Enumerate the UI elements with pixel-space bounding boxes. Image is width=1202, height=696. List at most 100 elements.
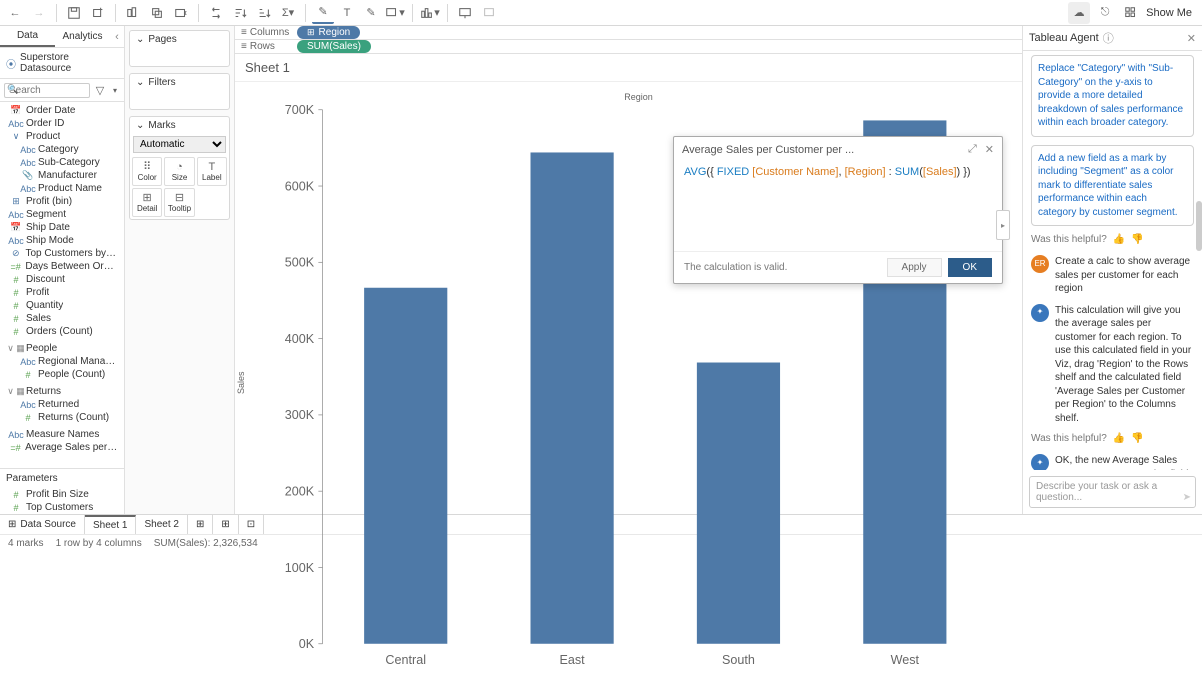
columns-pill-region[interactable]: ⊞Region	[297, 26, 360, 39]
send-icon[interactable]: ➤	[1183, 492, 1191, 503]
mark-type-select[interactable]: Automatic	[133, 136, 226, 153]
date-icon: 📅	[10, 106, 22, 116]
sheet2-tab[interactable]: Sheet 2	[136, 515, 187, 534]
mark-color[interactable]: ⠿Color	[132, 157, 162, 186]
thumbs-down-icon[interactable]: 👎	[1131, 234, 1143, 245]
field-measure-names[interactable]: Measure Names	[26, 429, 99, 440]
field-order-date[interactable]: Order Date	[26, 105, 75, 116]
field-category[interactable]: Category	[38, 144, 79, 155]
thumbs-up-icon[interactable]: 👍	[1113, 433, 1125, 444]
field-subcategory[interactable]: Sub-Category	[38, 157, 100, 168]
sort-asc-icon[interactable]	[229, 2, 251, 24]
field-ship-mode[interactable]: Ship Mode	[26, 235, 74, 246]
fit-icon[interactable]: ▾	[384, 2, 406, 24]
forward-icon[interactable]: →	[28, 2, 50, 24]
apply-button[interactable]: Apply	[887, 258, 942, 277]
highlight-icon[interactable]: ✎	[312, 2, 334, 24]
share-icon[interactable]	[478, 2, 500, 24]
dialog-expand-handle[interactable]: ▸	[996, 210, 1010, 240]
suggestion-1[interactable]: Replace "Category" with "Sub-Category" o…	[1038, 63, 1183, 128]
sheet-title[interactable]: Sheet 1	[235, 54, 1022, 82]
collapse-icon[interactable]: ‹	[110, 26, 124, 47]
thumbs-down-icon[interactable]: 👎	[1131, 433, 1143, 444]
show-me[interactable]: ☁ ⎋ Show Me	[1062, 2, 1198, 24]
agent-input[interactable]: Describe your task or ask a question... …	[1029, 476, 1196, 508]
field-profit[interactable]: Profit	[26, 287, 49, 298]
guide-icon[interactable]: ⎋	[1094, 2, 1116, 24]
field-people[interactable]: People	[26, 343, 57, 354]
field-returned[interactable]: Returned	[38, 399, 79, 410]
num-icon: #	[10, 314, 22, 324]
field-quantity[interactable]: Quantity	[26, 300, 63, 311]
plus-icon: ⊞	[307, 27, 315, 38]
new-sheet-icon[interactable]: ⊞	[188, 515, 213, 534]
formula-editor[interactable]: AVG({ FIXED [Customer Name], [Region] : …	[674, 162, 1002, 252]
mark-tooltip[interactable]: ⊟Tooltip	[164, 188, 194, 217]
svg-text:West: West	[891, 652, 920, 667]
field-discount[interactable]: Discount	[26, 274, 65, 285]
sort-desc-icon[interactable]	[253, 2, 275, 24]
mark-detail[interactable]: ⊞Detail	[132, 188, 162, 217]
field-regional-mgr[interactable]: Regional Manager	[38, 356, 118, 367]
mark-label[interactable]: TLabel	[197, 157, 227, 186]
field-order-id[interactable]: Order ID	[26, 118, 64, 129]
field-orders-count[interactable]: Orders (Count)	[26, 326, 93, 337]
data-source-tab[interactable]: ⊞Data Source	[0, 515, 85, 534]
close-agent-icon[interactable]: ✕	[1187, 32, 1196, 45]
sheet1-tab[interactable]: Sheet 1	[85, 515, 136, 534]
field-top-customers[interactable]: Top Customers by P...	[25, 248, 118, 259]
info-icon[interactable]: ⓘ	[1103, 30, 1114, 46]
save-icon[interactable]	[63, 2, 85, 24]
pages-card[interactable]: ⌄Pages	[130, 31, 229, 48]
parameters-header: Parameters	[0, 468, 124, 488]
duplicate-icon[interactable]	[146, 2, 168, 24]
scrollbar[interactable]	[1196, 51, 1202, 470]
tab-data[interactable]: Data	[0, 26, 55, 47]
labels-icon[interactable]: T	[336, 2, 358, 24]
field-avg-sales-cust[interactable]: Average Sales per C...	[25, 442, 118, 453]
field-returns-count[interactable]: Returns (Count)	[38, 412, 109, 423]
cloud-icon[interactable]: ☁	[1068, 2, 1090, 24]
back-icon[interactable]: ←	[4, 2, 26, 24]
close-icon[interactable]: ✕	[985, 143, 994, 156]
param-profit-bin[interactable]: Profit Bin Size	[26, 489, 89, 500]
thumbs-up-icon[interactable]: 👍	[1113, 234, 1125, 245]
field-product-name[interactable]: Product Name	[38, 183, 102, 194]
clear-icon[interactable]	[170, 2, 192, 24]
datasource-name[interactable]: ⦿ Superstore Datasource	[0, 48, 124, 79]
field-ship-date[interactable]: Ship Date	[26, 222, 70, 233]
field-product[interactable]: Product	[26, 131, 60, 142]
field-manufacturer[interactable]: Manufacturer	[38, 170, 97, 181]
field-segment[interactable]: Segment	[26, 209, 66, 220]
search-icon: 🔍	[7, 84, 18, 95]
rows-icon: ≡	[241, 41, 247, 52]
totals-icon[interactable]: Σ▾	[277, 2, 299, 24]
suggestion-2[interactable]: Add a new field as a mark by including "…	[1038, 153, 1178, 218]
field-profit-bin[interactable]: Profit (bin)	[26, 196, 72, 207]
db-icon: ⦿	[6, 56, 16, 71]
menu-icon[interactable]: ▾	[110, 82, 120, 98]
expand-icon[interactable]: ⤢	[968, 143, 977, 156]
format-icon[interactable]: ✎	[360, 2, 382, 24]
mark-size[interactable]: ◔Size	[164, 157, 194, 186]
field-days-between[interactable]: Days Between Orde...	[25, 261, 118, 272]
tab-analytics[interactable]: Analytics	[55, 26, 110, 47]
new-worksheet-icon[interactable]	[122, 2, 144, 24]
field-sales[interactable]: Sales	[26, 313, 51, 324]
new-datasource-icon[interactable]	[87, 2, 109, 24]
filters-card[interactable]: ⌄Filters	[130, 74, 229, 91]
rows-pill-sales[interactable]: SUM(Sales)	[297, 40, 371, 53]
presentation-icon[interactable]	[454, 2, 476, 24]
dashboard-icon[interactable]: ▾	[419, 2, 441, 24]
field-people-count[interactable]: People (Count)	[38, 369, 105, 380]
table-icon: ∨ ▦	[10, 387, 22, 397]
hierarchy-icon: ∨	[10, 132, 22, 142]
color-icon: ⠿	[134, 161, 160, 173]
abc-icon: Abc	[10, 210, 22, 220]
filter-icon[interactable]: ▽	[92, 82, 108, 98]
swap-icon[interactable]	[205, 2, 227, 24]
ok-button[interactable]: OK	[948, 258, 992, 277]
user-avatar: ER	[1031, 255, 1049, 273]
field-returns[interactable]: Returns	[26, 386, 61, 397]
param-top-customers[interactable]: Top Customers	[26, 502, 93, 513]
